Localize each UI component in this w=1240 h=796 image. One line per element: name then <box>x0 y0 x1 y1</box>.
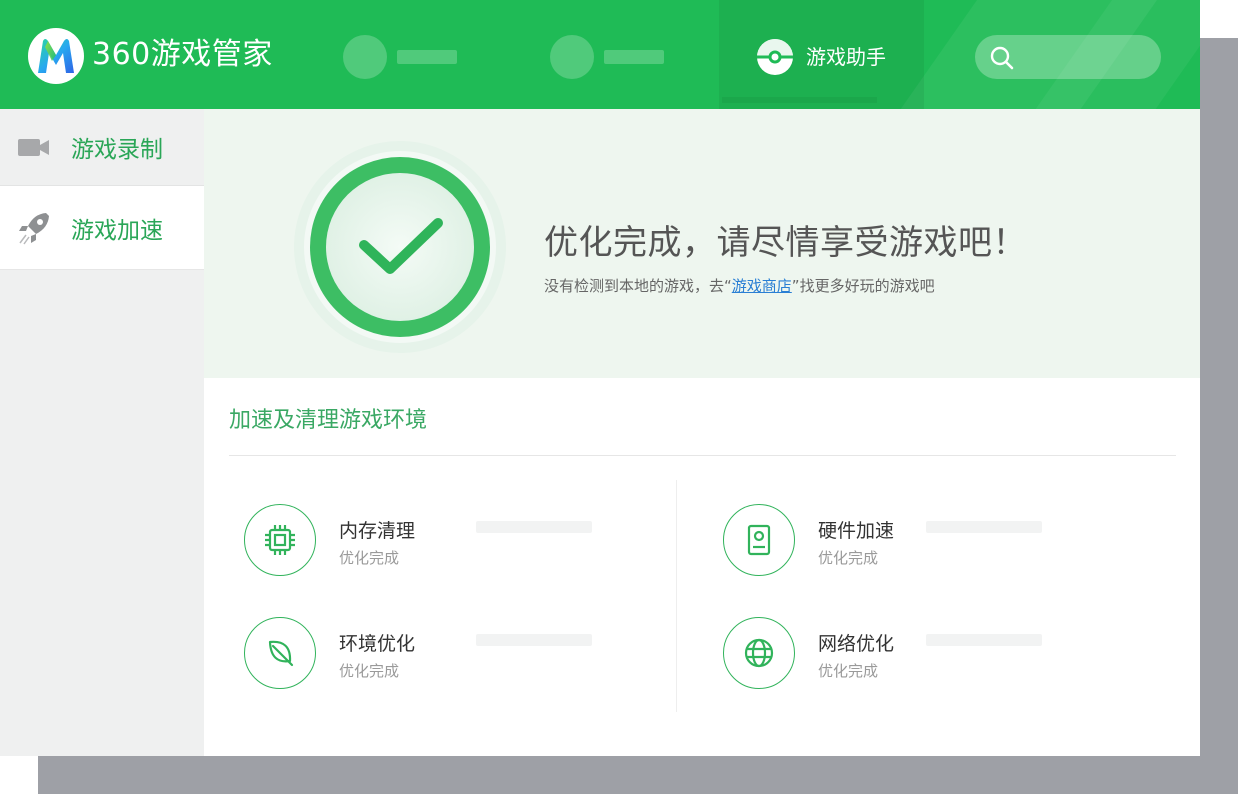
app-title: 360游戏管家 <box>92 37 273 72</box>
game-store-link[interactable]: 游戏商店 <box>732 277 792 295</box>
optimization-item-hardware: 硬件加速 优化完成 <box>723 504 1143 584</box>
optimization-name: 硬件加速 <box>818 520 895 542</box>
optimization-item-memory: 内存清理 优化完成 <box>244 504 664 584</box>
sidebar-item-game-acceleration[interactable]: 游戏加速 <box>0 186 204 270</box>
game-helper-icon <box>757 39 793 75</box>
section-title: 加速及清理游戏环境 <box>229 408 428 433</box>
chip-icon <box>244 504 316 576</box>
optimization-progress-placeholder <box>476 521 592 533</box>
optimization-item-network: 网络优化 优化完成 <box>723 617 1143 697</box>
optimization-status: 优化完成 <box>339 549 400 567</box>
nav-tab-label-placeholder <box>604 50 664 64</box>
m-logo-icon <box>38 39 74 73</box>
sidebar-item-game-recording[interactable]: 游戏录制 <box>0 109 204 186</box>
sidebar: 游戏录制 游戏加速 <box>0 109 204 756</box>
optimization-name: 环境优化 <box>339 633 416 655</box>
subtitle-prefix: 没有检测到本地的游戏，去“ <box>544 277 732 295</box>
status-title: 优化完成，请尽情享受游戏吧！ <box>544 223 1027 263</box>
subtitle-suffix: ”找更多好玩的游戏吧 <box>791 277 935 295</box>
optimization-name: 网络优化 <box>818 633 895 655</box>
sidebar-item-label: 游戏加速 <box>71 217 163 244</box>
nav-tab-icon-placeholder <box>550 35 594 79</box>
column-divider <box>676 480 677 712</box>
optimization-status: 优化完成 <box>339 662 400 680</box>
app-window: 360游戏管家 游戏助手 游戏录制 游戏加速 优化完成，请尽情享受游戏吧！ 没有… <box>0 0 1200 756</box>
search-box[interactable] <box>975 35 1161 79</box>
optimization-status: 优化完成 <box>818 662 879 680</box>
optimization-progress-placeholder <box>476 634 592 646</box>
nav-tab-label: 游戏助手 <box>806 45 886 69</box>
rocket-icon <box>19 212 49 244</box>
optimization-item-environment: 环境优化 优化完成 <box>244 617 664 697</box>
optimization-name: 内存清理 <box>339 520 416 542</box>
success-check-icon <box>294 141 506 353</box>
search-icon[interactable] <box>989 45 1015 71</box>
nav-tab-icon-placeholder <box>343 35 387 79</box>
status-subtitle: 没有检测到本地的游戏，去“游戏商店”找更多好玩的游戏吧 <box>544 275 935 296</box>
section-divider <box>229 455 1176 456</box>
header-bar: 360游戏管家 游戏助手 <box>0 0 1200 109</box>
optimization-status-panel: 优化完成，请尽情享受游戏吧！ 没有检测到本地的游戏，去“游戏商店”找更多好玩的游… <box>204 109 1200 378</box>
nav-active-indicator <box>722 97 877 103</box>
video-camera-icon <box>18 139 49 156</box>
globe-icon <box>723 617 795 689</box>
app-logo[interactable] <box>28 28 84 84</box>
optimization-progress-placeholder <box>926 521 1042 533</box>
sidebar-item-label: 游戏录制 <box>71 137 163 163</box>
hard-drive-icon <box>723 504 795 576</box>
optimization-status: 优化完成 <box>818 549 879 567</box>
leaf-icon <box>244 617 316 689</box>
nav-tab-label-placeholder <box>397 50 457 64</box>
optimization-progress-placeholder <box>926 634 1042 646</box>
